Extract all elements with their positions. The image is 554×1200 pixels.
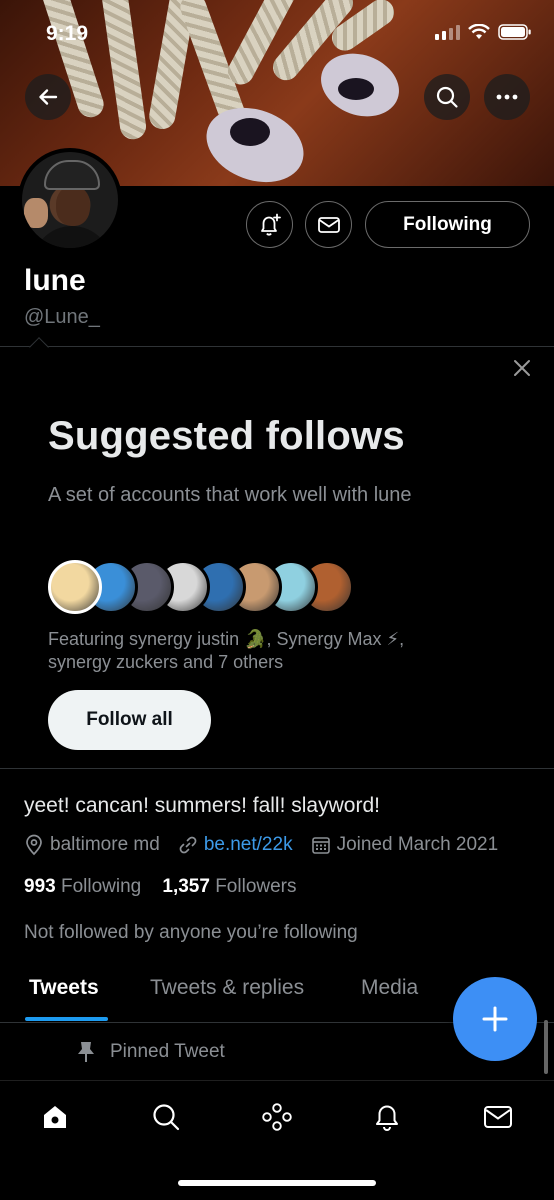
compose-tweet-button[interactable] (453, 977, 537, 1061)
pinned-text: Pinned Tweet (110, 1041, 225, 1062)
website-link[interactable]: be.net/22k (204, 834, 293, 856)
close-suggested-button[interactable] (508, 354, 536, 382)
joined-text: Joined March 2021 (336, 834, 499, 855)
pinned-tweet-label: Pinned Tweet (76, 1040, 225, 1064)
search-button[interactable] (424, 74, 470, 120)
followers-count: 1,357 (162, 876, 210, 897)
bell-icon (376, 1105, 398, 1131)
calendar-icon (311, 837, 330, 854)
featuring-line-1: Featuring synergy justin 🐊, Synergy Max … (48, 629, 405, 649)
pin-icon (78, 1042, 94, 1062)
suggested-avatar (48, 560, 102, 614)
mail-icon (484, 1106, 512, 1128)
suggested-subtitle: A set of accounts that work well with lu… (48, 484, 412, 506)
wifi-icon (468, 24, 490, 39)
profile-website[interactable]: be.net/22k (178, 834, 293, 856)
status-bar: 9:19 (0, 0, 554, 66)
location-pin-icon (26, 834, 42, 856)
search-icon (153, 1104, 180, 1131)
close-icon (514, 360, 530, 376)
profile-joined: Joined March 2021 (311, 834, 499, 856)
following-count-link[interactable]: 993 Following (24, 876, 147, 897)
scroll-indicator[interactable] (544, 1020, 548, 1074)
tab-tweets-and-replies[interactable]: Tweets & replies (150, 976, 304, 1000)
status-icons (435, 24, 532, 40)
search-icon (436, 86, 458, 108)
suggested-bottom-divider (0, 768, 554, 769)
battery-icon (498, 24, 531, 40)
profile-handle: @Lune_ (24, 306, 100, 328)
display-name: lune (24, 264, 86, 297)
suggested-title: Suggested follows (48, 414, 405, 458)
suggested-pointer (29, 337, 49, 357)
signal-icon (435, 24, 460, 40)
profile-avatar[interactable] (18, 148, 122, 252)
active-tab-indicator (25, 1017, 108, 1021)
profile-meta: baltimore md be.net/22k Joined March 202… (24, 834, 498, 856)
message-button[interactable] (305, 201, 352, 248)
envelope-icon (317, 216, 340, 233)
notifications-toggle-button[interactable] (246, 201, 293, 248)
featuring-line-2: synergy zuckers and 7 others (48, 652, 284, 672)
more-horizontal-icon (496, 94, 518, 100)
profile-counts: 993 Following 1,357 Followers (24, 876, 297, 898)
tab-tweets[interactable]: Tweets (29, 976, 99, 1000)
profile-bio: yeet! cancan! summers! fall! slayword! (24, 794, 380, 817)
status-time: 9:19 (46, 22, 89, 45)
following-button[interactable]: Following (365, 201, 530, 248)
nav-messages[interactable] (478, 1097, 518, 1137)
bell-plus-icon (260, 213, 281, 236)
suggested-top-divider (0, 346, 554, 347)
nav-spaces[interactable] (257, 1097, 297, 1137)
not-followed-text: Not followed by anyone you’re following (24, 922, 358, 943)
following-count: 993 (24, 876, 56, 897)
nav-notifications[interactable] (367, 1097, 407, 1137)
followers-count-link[interactable]: 1,357 Followers (162, 876, 296, 897)
tab-media[interactable]: Media (361, 976, 418, 1000)
followers-label: Followers (215, 876, 297, 897)
home-indicator (178, 1180, 376, 1186)
following-label: Following (60, 876, 142, 897)
location-text: baltimore md (50, 834, 160, 855)
arrow-left-icon (39, 89, 58, 105)
nav-search[interactable] (146, 1097, 186, 1137)
home-icon (44, 1106, 66, 1128)
suggested-featuring: Featuring synergy justin 🐊, Synergy Max … (48, 628, 508, 674)
nav-home[interactable] (35, 1097, 75, 1137)
back-button[interactable] (25, 74, 71, 120)
link-icon (179, 836, 197, 854)
plus-icon (482, 1006, 508, 1032)
profile-location: baltimore md (24, 834, 160, 856)
spaces-icon (262, 1103, 292, 1131)
more-options-button[interactable] (484, 74, 530, 120)
follow-all-button[interactable]: Follow all (48, 690, 211, 750)
